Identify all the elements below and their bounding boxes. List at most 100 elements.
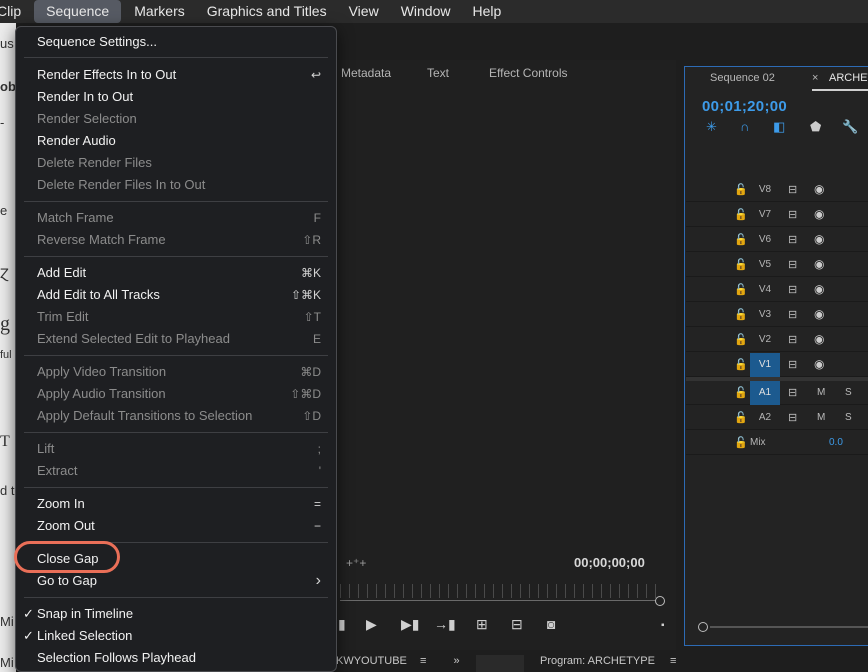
track-label[interactable]: A2 (750, 406, 780, 430)
menubar-clip[interactable]: Clip (0, 0, 32, 23)
scroll-track[interactable] (710, 626, 868, 628)
menu-item-selection-follows-playhead[interactable]: Selection Follows Playhead (37, 647, 324, 669)
sync-lock-icon[interactable]: ⊟ (788, 333, 797, 346)
menubar-view[interactable]: View (338, 0, 390, 23)
track-v7[interactable]: 🔓 V7 ⊟ ◉ (686, 203, 868, 227)
video-audio-divider[interactable] (686, 377, 868, 381)
tab-text[interactable]: Text (427, 66, 449, 80)
export-frame-icon[interactable]: ◙ (547, 616, 555, 632)
mute-button[interactable]: M (817, 387, 825, 398)
tab-effect-controls[interactable]: Effect Controls (489, 66, 567, 80)
lock-icon[interactable]: 🔓 (734, 283, 748, 296)
linked-selection-icon[interactable]: ◧ (773, 119, 785, 135)
sync-lock-icon[interactable]: ⊟ (788, 386, 797, 399)
menubar-markers[interactable]: Markers (123, 0, 196, 23)
menu-item-linked-selection[interactable]: ✓ Linked Selection (23, 625, 324, 647)
menu-item-add-edit-to-all-tracks[interactable]: Add Edit to All Tracks ⇧⌘K (37, 284, 324, 306)
menubar-graphics-and-titles[interactable]: Graphics and Titles (196, 0, 338, 23)
source-zoom-handle[interactable] (655, 596, 665, 606)
sync-lock-icon[interactable]: ⊟ (788, 283, 797, 296)
tab-metadata[interactable]: Metadata (341, 66, 391, 80)
eye-icon[interactable]: ◉ (814, 257, 824, 271)
panel-menu-icon[interactable]: ≡ (420, 655, 426, 667)
menu-item-go-to-gap[interactable]: Go to Gap › (37, 570, 324, 592)
eye-icon[interactable]: ◉ (814, 182, 824, 196)
close-icon[interactable]: × (812, 72, 818, 84)
sync-lock-icon[interactable]: ⊟ (788, 183, 797, 196)
zoom-handle[interactable] (698, 622, 708, 632)
track-a1[interactable]: 🔓 A1 ⊟ M S (686, 381, 868, 405)
lock-icon[interactable]: 🔓 (734, 183, 748, 196)
sync-lock-icon[interactable]: ⊟ (788, 208, 797, 221)
sync-lock-icon[interactable]: ⊟ (788, 258, 797, 271)
menu-item-render-audio[interactable]: Render Audio (37, 130, 324, 152)
lock-icon[interactable]: 🔓 (734, 308, 748, 321)
source-scrub-bar[interactable] (340, 600, 662, 601)
menu-item-zoom-out[interactable]: Zoom Out − (37, 515, 324, 537)
menu-item-snap-in-timeline[interactable]: ✓ Snap in Timeline (23, 603, 324, 625)
menu-item-zoom-in[interactable]: Zoom In = (37, 493, 324, 515)
track-label[interactable]: V7 (750, 203, 780, 227)
track-mix[interactable]: 🔓 Mix 0.0 (686, 431, 868, 455)
eye-icon[interactable]: ◉ (814, 282, 824, 296)
track-label[interactable]: V6 (750, 228, 780, 252)
go-to-out-icon[interactable]: →▮ (434, 616, 456, 633)
solo-button[interactable]: S (845, 387, 852, 398)
sync-lock-icon[interactable]: ⊟ (788, 233, 797, 246)
tab-sequence-02[interactable]: Sequence 02 (710, 72, 775, 84)
sync-lock-icon[interactable]: ⊟ (788, 308, 797, 321)
panel-tab-kwyoutube[interactable]: KWYOUTUBE (336, 655, 407, 667)
timeline-timecode[interactable]: 00;01;20;00 (702, 98, 787, 115)
lock-icon[interactable]: 🔓 (734, 333, 748, 346)
step-back-icon[interactable]: ▮ (338, 616, 346, 633)
menubar-window[interactable]: Window (390, 0, 462, 23)
panel-menu-icon[interactable]: ≡ (670, 655, 676, 667)
insert-icon[interactable]: ⊞ (476, 616, 488, 633)
track-v3[interactable]: 🔓 V3 ⊟ ◉ (686, 303, 868, 327)
track-label[interactable]: V8 (750, 178, 780, 202)
track-v6[interactable]: 🔓 V6 ⊟ ◉ (686, 228, 868, 252)
lock-icon[interactable]: 🔓 (734, 258, 748, 271)
track-label[interactable]: V5 (750, 253, 780, 277)
eye-icon[interactable]: ◉ (814, 332, 824, 346)
track-v1[interactable]: 🔓 V1 ⊟ ◉ (686, 353, 868, 377)
lock-icon[interactable]: 🔓 (734, 411, 748, 424)
tab-archetype[interactable]: ARCHETYPE (829, 72, 868, 84)
track-label[interactable]: V3 (750, 303, 780, 327)
more-panels-icon[interactable]: » (453, 655, 459, 667)
menu-item-add-edit[interactable]: Add Edit ⌘K (37, 262, 324, 284)
track-label[interactable]: V4 (750, 278, 780, 302)
track-label[interactable]: V2 (750, 328, 780, 352)
track-v4[interactable]: 🔓 V4 ⊟ ◉ (686, 278, 868, 302)
lock-icon[interactable]: 🔓 (734, 436, 748, 449)
step-forward-icon[interactable]: ▶▮ (401, 616, 419, 633)
lock-icon[interactable]: 🔓 (734, 358, 748, 371)
add-marker-icon[interactable]: ⬟ (810, 119, 821, 135)
eye-icon[interactable]: ◉ (814, 232, 824, 246)
eye-icon[interactable]: ◉ (814, 207, 824, 221)
wrench-icon[interactable]: 🔧 (842, 119, 858, 135)
eye-icon[interactable]: ◉ (814, 357, 824, 371)
nest-icon[interactable]: ✳ (706, 119, 717, 135)
snap-magnet-icon[interactable]: ∩ (740, 119, 749, 134)
track-a2[interactable]: 🔓 A2 ⊟ M S (686, 406, 868, 430)
eye-icon[interactable]: ◉ (814, 307, 824, 321)
menu-item-render-effects-in-to-out[interactable]: Render Effects In to Out ↩ (37, 64, 324, 86)
timeline-zoom-scrollbar[interactable] (698, 622, 868, 632)
menu-item-sequence-settings[interactable]: Sequence Settings... (37, 31, 324, 53)
play-icon[interactable]: ▶ (366, 616, 377, 633)
lock-icon[interactable]: 🔓 (734, 386, 748, 399)
track-label[interactable]: A1 (750, 381, 780, 405)
track-v5[interactable]: 🔓 V5 ⊟ ◉ (686, 253, 868, 277)
panel-tab-program[interactable]: Program: ARCHETYPE (540, 655, 655, 667)
lock-icon[interactable]: 🔓 (734, 233, 748, 246)
mute-button[interactable]: M (817, 412, 825, 423)
menubar-help[interactable]: Help (461, 0, 512, 23)
track-v2[interactable]: 🔓 V2 ⊟ ◉ (686, 328, 868, 352)
track-label[interactable]: V1 (750, 353, 780, 377)
track-v8[interactable]: 🔓 V8 ⊟ ◉ (686, 178, 868, 202)
sync-lock-icon[interactable]: ⊟ (788, 358, 797, 371)
menubar-sequence[interactable]: Sequence (34, 0, 122, 23)
solo-button[interactable]: S (845, 412, 852, 423)
source-time-ruler[interactable] (340, 584, 662, 598)
